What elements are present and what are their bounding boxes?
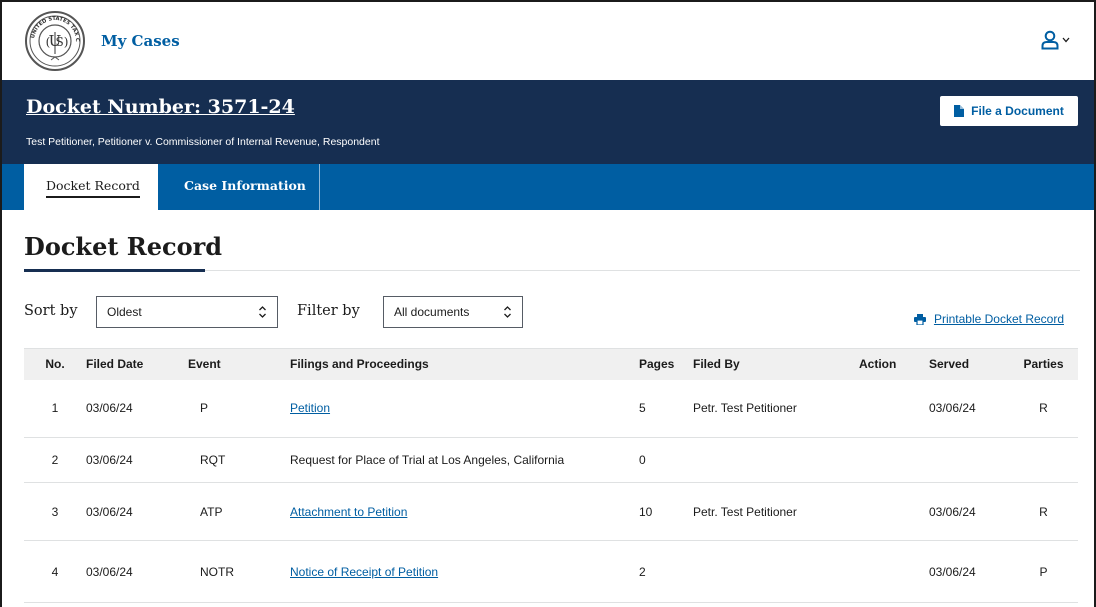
file-icon	[954, 105, 965, 117]
case-tabs: Docket Record Case Information	[2, 164, 1094, 210]
cell-pages: 5	[639, 379, 693, 438]
cell-served: 03/06/24	[929, 482, 1009, 541]
cell-event: RQT	[188, 437, 290, 483]
tab-case-information[interactable]: Case Information	[158, 164, 320, 210]
cell-action	[859, 437, 929, 483]
sort-select[interactable]: Oldest	[96, 296, 278, 328]
column-header-action: Action	[859, 348, 929, 380]
table-row: 2 03/06/24 RQT Request for Place of Tria…	[24, 437, 1078, 483]
case-caption: Test Petitioner, Petitioner v. Commissio…	[26, 136, 380, 148]
cell-parties: P	[1009, 540, 1078, 603]
title-underline	[24, 269, 205, 272]
docket-record-table: No. Filed Date Event Filings and Proceed…	[24, 348, 1078, 603]
cell-action	[859, 482, 929, 541]
tab-label: Docket Record	[46, 178, 140, 198]
file-document-label: File a Document	[971, 104, 1064, 118]
filter-label: Filter by	[297, 303, 360, 319]
cell-event: NOTR	[188, 540, 290, 603]
cell-pages: 0	[639, 437, 693, 483]
cell-no: 4	[24, 540, 86, 603]
select-arrows-icon	[504, 306, 511, 318]
cell-filing: Notice of Receipt of Petition	[290, 540, 639, 603]
tab-docket-record[interactable]: Docket Record	[24, 164, 158, 210]
cell-filed-by: Petr. Test Petitioner	[693, 482, 859, 541]
column-header-parties: Parties	[1009, 348, 1078, 380]
cell-filed-date: 03/06/24	[86, 482, 188, 541]
cell-no: 3	[24, 482, 86, 541]
cell-event: P	[188, 379, 290, 438]
column-header-event: Event	[188, 348, 290, 380]
court-seal-logo[interactable]: UNITED STATES TAX COURT U ( S)	[24, 10, 86, 72]
page-title: Docket Record	[24, 232, 223, 261]
case-header: Docket Number: 3571-24 Test Petitioner, …	[2, 80, 1094, 164]
cell-action	[859, 379, 929, 438]
filing-link[interactable]: Petition	[290, 401, 330, 415]
table-row: 4 03/06/24 NOTR Notice of Receipt of Pet…	[24, 540, 1078, 603]
cell-action	[859, 540, 929, 603]
printable-docket-record-label: Printable Docket Record	[933, 312, 1064, 326]
column-header-pages: Pages	[639, 348, 693, 380]
cell-parties: R	[1009, 482, 1078, 541]
filter-select-value: All documents	[394, 305, 470, 319]
cell-filing: Request for Place of Trial at Los Angele…	[290, 437, 639, 483]
cell-event: ATP	[188, 482, 290, 541]
file-document-button[interactable]: File a Document	[940, 96, 1078, 126]
cell-pages: 10	[639, 482, 693, 541]
cell-parties	[1009, 437, 1078, 483]
column-header-filings: Filings and Proceedings	[290, 348, 639, 380]
cell-filed-date: 03/06/24	[86, 379, 188, 438]
sort-select-value: Oldest	[107, 305, 142, 319]
printable-docket-record-link[interactable]: Printable Docket Record	[913, 312, 1064, 326]
user-icon	[1041, 30, 1059, 50]
filing-link[interactable]: Attachment to Petition	[290, 505, 407, 519]
cell-filed-by	[693, 540, 859, 603]
cell-filed-date: 03/06/24	[86, 540, 188, 603]
cell-no: 1	[24, 379, 86, 438]
column-header-no: No.	[24, 348, 86, 380]
cell-filed-date: 03/06/24	[86, 437, 188, 483]
svg-text:S): S)	[56, 35, 69, 49]
cell-parties: R	[1009, 379, 1078, 438]
cell-served: 03/06/24	[929, 379, 1009, 438]
table-row: 1 03/06/24 P Petition 5 Petr. Test Petit…	[24, 379, 1078, 438]
svg-text:(: (	[46, 35, 51, 49]
cell-served	[929, 437, 1009, 483]
column-header-filed-by: Filed By	[693, 348, 859, 380]
column-header-filed-date: Filed Date	[86, 348, 188, 380]
divider	[205, 270, 1080, 271]
tab-label: Case Information	[184, 178, 306, 193]
chevron-down-icon	[1062, 37, 1070, 43]
docket-number-heading[interactable]: Docket Number: 3571-24	[26, 96, 295, 118]
site-header: UNITED STATES TAX COURT U ( S) My Cases	[2, 2, 1094, 80]
print-icon	[913, 313, 926, 325]
cell-pages: 2	[639, 540, 693, 603]
sort-label: Sort by	[24, 303, 78, 319]
cell-served: 03/06/24	[929, 540, 1009, 603]
select-arrows-icon	[259, 306, 266, 318]
cell-filing: Attachment to Petition	[290, 482, 639, 541]
cell-filing: Petition	[290, 379, 639, 438]
table-header-row: No. Filed Date Event Filings and Proceed…	[24, 348, 1078, 380]
user-menu[interactable]	[1041, 30, 1070, 50]
cell-filed-by: Petr. Test Petitioner	[693, 379, 859, 438]
cell-no: 2	[24, 437, 86, 483]
cell-filed-by	[693, 437, 859, 483]
column-header-served: Served	[929, 348, 1009, 380]
filing-text: Request for Place of Trial at Los Angele…	[290, 453, 565, 467]
table-row: 3 03/06/24 ATP Attachment to Petition 10…	[24, 482, 1078, 541]
my-cases-link[interactable]: My Cases	[101, 32, 180, 50]
filing-link[interactable]: Notice of Receipt of Petition	[290, 565, 438, 579]
filter-select[interactable]: All documents	[383, 296, 523, 328]
